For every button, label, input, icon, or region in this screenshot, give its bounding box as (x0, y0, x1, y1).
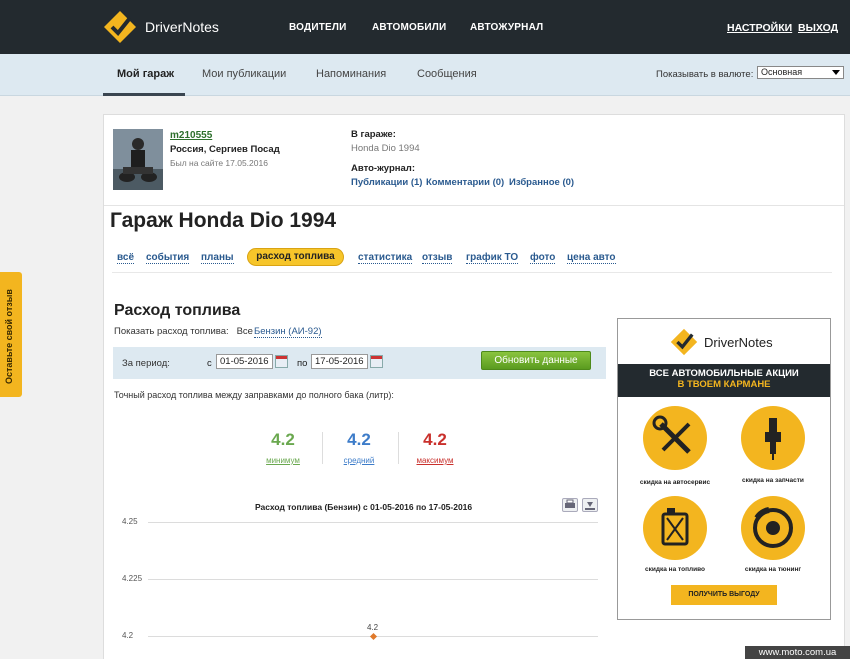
stat-max: 4.2 максимум (397, 430, 473, 465)
journal-comments-link[interactable]: Комментарии (0) (426, 177, 504, 188)
ad-caption-service: скидка на автосервис (639, 479, 711, 486)
checkmark-logo-icon (104, 11, 136, 43)
brake-disc-icon (741, 496, 805, 560)
stat-max-value: 4.2 (423, 430, 447, 449)
ad-logo: DriverNotes (670, 328, 773, 356)
tab-car-price[interactable]: цена авто (567, 252, 616, 264)
to-label: по (297, 358, 308, 369)
stat-avg: 4.2 средний (321, 430, 397, 465)
show-fuel-label: Показать расход топлива: Все (114, 326, 253, 337)
brand-name: DriverNotes (145, 19, 219, 35)
stat-min: 4.2 минимум (245, 430, 321, 465)
nav-cars[interactable]: АВТОМОБИЛИ (372, 22, 446, 33)
exact-consumption-label: Точный расход топлива между заправками д… (114, 390, 394, 400)
data-label: 4.2 (367, 623, 379, 632)
garage-label: В гараже: (351, 129, 396, 140)
ad-headline: ВСЕ АВТОМОБИЛЬНЫЕ АКЦИИ В ТВОЕМ КАРМАНЕ (618, 364, 830, 397)
tab-photo[interactable]: фото (530, 252, 556, 264)
currency-select[interactable]: Основная (757, 66, 844, 79)
gridline (148, 522, 598, 523)
fuel-canister-icon (643, 496, 707, 560)
checkmark-logo-icon (670, 328, 698, 356)
username-link[interactable]: m210555 (170, 130, 212, 141)
from-date-input[interactable]: 01-05-2016 (216, 354, 273, 369)
tab-all[interactable]: всё (117, 252, 135, 264)
avatar[interactable] (113, 129, 163, 190)
tab-my-garage[interactable]: Мой гараж (117, 68, 174, 80)
site-watermark: www.moto.com.ua (745, 646, 850, 659)
tab-plans[interactable]: планы (201, 252, 234, 264)
active-tab-indicator (103, 93, 185, 96)
feedback-label: Оставьте свой отзыв (4, 289, 14, 384)
tab-events[interactable]: события (146, 252, 190, 264)
from-label: с (207, 358, 212, 369)
print-icon[interactable] (562, 498, 578, 512)
journal-label: Авто-журнал: (351, 163, 415, 174)
y-axis-tick-label: 4.225 (122, 574, 143, 583)
currency-label: Показывать в валюте: (656, 69, 754, 80)
tab-fuel-consumption[interactable]: расход топлива (247, 248, 344, 266)
logout-link[interactable]: ВЫХОД (798, 22, 838, 34)
garage-value: Honda Dio 1994 (351, 143, 420, 154)
feedback-tab[interactable]: Оставьте свой отзыв (0, 272, 22, 397)
settings-link[interactable]: НАСТРОЙКИ (727, 22, 792, 34)
last-seen: Был на сайте 17.05.2016 (170, 158, 268, 168)
brand-logo[interactable]: DriverNotes (103, 10, 219, 44)
download-icon[interactable] (582, 498, 598, 512)
stat-min-label[interactable]: минимум (245, 456, 321, 465)
period-label: За период: (122, 358, 170, 369)
avatar-photo-icon (113, 129, 163, 190)
tabs-divider (112, 272, 832, 273)
stat-avg-label[interactable]: средний (321, 456, 397, 465)
ad-caption-fuel: скидка на топливо (644, 566, 705, 573)
tab-messages[interactable]: Сообщения (417, 68, 477, 80)
chevron-down-icon (832, 70, 840, 75)
ad-caption-parts: скидка на запчасти (742, 477, 804, 484)
calendar-icon[interactable] (275, 355, 288, 368)
ad-caption-tuning: скидка на тюнинг (744, 566, 802, 573)
y-axis-tick-label: 4.25 (122, 517, 138, 526)
y-axis-tick-label: 4.2 (122, 631, 134, 640)
profile-divider (104, 205, 844, 206)
stat-max-label[interactable]: максимум (397, 456, 473, 465)
currency-value: Основная (761, 67, 803, 77)
show-all-option: Все (236, 326, 253, 337)
ad-line-1: ВСЕ АВТОМОБИЛЬНЫЕ АКЦИИ (649, 368, 799, 379)
user-location: Россия, Сергиев Посад (170, 144, 280, 155)
nav-autojournal[interactable]: АВТОЖУРНАЛ (470, 22, 543, 33)
nav-drivers[interactable]: ВОДИТЕЛИ (289, 22, 347, 33)
tab-my-publications[interactable]: Мои публикации (202, 68, 286, 80)
journal-publications-link[interactable]: Публикации (1) (351, 177, 422, 188)
gridline (148, 579, 598, 580)
get-benefit-button[interactable]: ПОЛУЧИТЬ ВЫГОДУ (671, 585, 777, 605)
wrench-screwdriver-icon (643, 406, 707, 470)
tab-maintenance-schedule[interactable]: график ТО (466, 252, 519, 264)
ad-line-2: В ТВОЕМ КАРМАНЕ (677, 379, 771, 390)
chart-title: Расход топлива (Бензин) с 01-05-2016 по … (255, 502, 473, 512)
journal-favorites-link[interactable]: Избранное (0) (509, 177, 574, 188)
stat-min-value: 4.2 (271, 430, 295, 449)
tab-reminders[interactable]: Напоминания (316, 68, 386, 80)
tab-review[interactable]: отзыв (422, 252, 453, 264)
stat-avg-value: 4.2 (347, 430, 371, 449)
section-title: Расход топлива (114, 302, 241, 319)
to-date-input[interactable]: 17-05-2016 (311, 354, 368, 369)
calendar-icon[interactable] (370, 355, 383, 368)
top-navbar: DriverNotes ВОДИТЕЛИ АВТОМОБИЛИ АВТОЖУРН… (0, 0, 850, 54)
refresh-data-button[interactable]: Обновить данные (481, 351, 591, 370)
tab-statistics[interactable]: статистика (358, 252, 413, 264)
fuel-type-link[interactable]: Бензин (АИ-92) (254, 326, 322, 338)
page-title: Гараж Honda Dio 1994 (110, 209, 337, 232)
spark-plug-icon (741, 406, 805, 470)
ad-brand-name: DriverNotes (704, 334, 773, 350)
